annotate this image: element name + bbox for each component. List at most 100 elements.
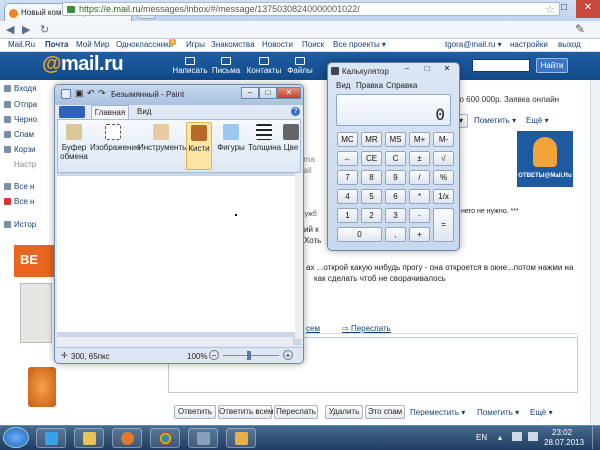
- taskbar-chrome[interactable]: [150, 428, 180, 448]
- nav-all-projects[interactable]: Все проекты ▾: [333, 40, 386, 49]
- paint-tab-home[interactable]: Главная: [91, 105, 129, 119]
- calc-key-percent[interactable]: %: [433, 170, 454, 185]
- spam-button[interactable]: Это спам: [365, 405, 405, 419]
- calc-key-comma[interactable]: ,: [385, 227, 406, 242]
- calc-key-m-minus[interactable]: M-: [433, 132, 454, 147]
- calc-key-reciprocal[interactable]: 1/x: [433, 189, 454, 204]
- back-icon[interactable]: ◀: [6, 23, 14, 36]
- forward-button[interactable]: Переслать: [274, 405, 318, 419]
- folder-settings-link[interactable]: Настр: [14, 160, 36, 169]
- calc-key-4[interactable]: 4: [337, 189, 358, 204]
- taskbar-calculator[interactable]: [188, 428, 218, 448]
- paint-vertical-scrollbar[interactable]: [295, 173, 303, 339]
- url-input[interactable]: https://e.mail.ru/messages/inbox/#/messa…: [62, 2, 560, 16]
- paint-close-button[interactable]: ✕: [277, 87, 301, 99]
- reply-all-link[interactable]: сем: [306, 324, 320, 333]
- search-button[interactable]: Найти: [536, 58, 568, 73]
- paint-tab-view[interactable]: Вид: [137, 107, 151, 116]
- clock-date[interactable]: 28.07.2013: [544, 438, 584, 447]
- calc-titlebar[interactable]: Калькулятор – □ ✕: [328, 63, 459, 79]
- taskbar-paint[interactable]: [226, 428, 256, 448]
- more-dropdown[interactable]: Ещё ▾: [526, 116, 549, 125]
- nav-znakomstva[interactable]: Знакомства: [211, 40, 255, 49]
- history-link[interactable]: Истор: [4, 220, 36, 229]
- zoom-out-button[interactable]: −: [209, 350, 219, 360]
- show-desktop-button[interactable]: [592, 426, 600, 449]
- paint-file-menu-button[interactable]: [59, 106, 85, 118]
- paint-minimize-button[interactable]: –: [241, 87, 259, 99]
- calc-key-8[interactable]: 8: [361, 170, 382, 185]
- network-icon[interactable]: [512, 432, 522, 441]
- mark-dropdown[interactable]: Пометить ▾: [474, 116, 516, 125]
- calc-menu-edit[interactable]: Правка: [356, 81, 383, 90]
- ad-subject-line[interactable]: До 600 000р. Заявка онлайн: [454, 95, 579, 107]
- bookmark-star-icon[interactable]: ☆: [545, 3, 555, 16]
- paint-titlebar[interactable]: ▣ ↶ ↷ Безымянный - Paint – □ ✕: [55, 85, 303, 105]
- move-dropdown[interactable]: Переместить ▾: [410, 408, 465, 417]
- nav-poisk[interactable]: Поиск: [302, 40, 324, 49]
- calc-key-5[interactable]: 5: [361, 189, 382, 204]
- nav-odnoklassniki[interactable]: Одноклассники: [116, 40, 173, 49]
- folder-sent[interactable]: Отпра: [4, 100, 37, 109]
- zoom-slider[interactable]: [223, 355, 279, 356]
- calc-menu-help[interactable]: Справка: [386, 81, 417, 90]
- calc-maximize-button[interactable]: □: [418, 64, 436, 74]
- close-window-button[interactable]: ✕: [576, 0, 600, 18]
- nav-moi-mir[interactable]: Мой Мир: [76, 40, 109, 49]
- calc-key-multiply[interactable]: *: [409, 189, 430, 204]
- mailru-logo[interactable]: @mail.ru: [42, 53, 124, 76]
- help-icon[interactable]: ?: [291, 107, 300, 116]
- calc-key-0[interactable]: 0: [337, 227, 382, 242]
- brushes-group[interactable]: Кисти: [186, 122, 212, 170]
- taskbar-media[interactable]: [112, 428, 142, 448]
- folder-trash[interactable]: Корзи: [4, 145, 36, 154]
- nav-mailru[interactable]: Mail.Ru: [8, 40, 35, 49]
- nav-pochta[interactable]: Почта: [45, 40, 68, 49]
- reload-icon[interactable]: ↻: [40, 23, 49, 36]
- compose-button[interactable]: Написать: [170, 55, 210, 77]
- taskbar-ie[interactable]: [36, 428, 66, 448]
- clock-time[interactable]: 23:02: [552, 428, 572, 437]
- nav-igry[interactable]: Игры: [186, 40, 205, 49]
- calc-key-mc[interactable]: MC: [337, 132, 358, 147]
- calc-key-1[interactable]: 1: [337, 208, 358, 223]
- mark-dropdown-bottom[interactable]: Пометить ▾: [477, 408, 519, 417]
- tools-group[interactable]: Инструменты: [138, 122, 188, 170]
- calc-key-3[interactable]: 3: [385, 208, 406, 223]
- calc-key-7[interactable]: 7: [337, 170, 358, 185]
- reply-button[interactable]: Ответить: [174, 405, 216, 419]
- calc-key-plus-minus[interactable]: ±: [409, 151, 430, 166]
- calc-close-button[interactable]: ✕: [438, 64, 456, 74]
- shapes-group[interactable]: Фигуры: [216, 122, 246, 170]
- nav-novosti[interactable]: Новости: [262, 40, 293, 49]
- language-indicator[interactable]: EN: [476, 433, 487, 442]
- settings-link[interactable]: настройки: [510, 40, 548, 49]
- calc-key-divide[interactable]: /: [409, 170, 430, 185]
- zoom-in-button[interactable]: +: [283, 350, 293, 360]
- forward-icon[interactable]: ▶: [22, 23, 30, 36]
- calc-key-ce[interactable]: CE: [361, 151, 382, 166]
- folder-drafts[interactable]: Черно: [4, 115, 37, 124]
- page-scrollbar[interactable]: [590, 80, 600, 425]
- contacts-button[interactable]: Контакты: [244, 55, 284, 77]
- calc-key-m-plus[interactable]: M+: [409, 132, 430, 147]
- calc-key-sqrt[interactable]: √: [433, 151, 454, 166]
- calc-key-minus[interactable]: -: [409, 208, 430, 223]
- taskbar-explorer[interactable]: [74, 428, 104, 448]
- undo-icon[interactable]: ↶: [87, 88, 97, 98]
- forward-link[interactable]: ⇨ Переслать: [342, 324, 391, 333]
- drawing-canvas[interactable]: [57, 176, 295, 332]
- logout-link[interactable]: выход: [558, 40, 581, 49]
- user-email[interactable]: tgora@mail.ru ▾: [445, 40, 502, 49]
- paint-maximize-button[interactable]: □: [259, 87, 277, 99]
- save-icon[interactable]: ▣: [75, 88, 85, 98]
- tray-arrow-icon[interactable]: ▴: [498, 433, 502, 442]
- zoom-slider-thumb[interactable]: [247, 351, 251, 360]
- colors-group[interactable]: Цве: [282, 122, 300, 170]
- folder-spam[interactable]: Спам: [4, 130, 34, 139]
- delete-button[interactable]: Удалить: [325, 405, 363, 419]
- all-folders-link-1[interactable]: Все н: [4, 182, 34, 191]
- clipboard-group[interactable]: Буфер обмена: [60, 122, 88, 170]
- calc-key-mr[interactable]: MR: [361, 132, 382, 147]
- paint-horizontal-scrollbar[interactable]: [57, 337, 293, 345]
